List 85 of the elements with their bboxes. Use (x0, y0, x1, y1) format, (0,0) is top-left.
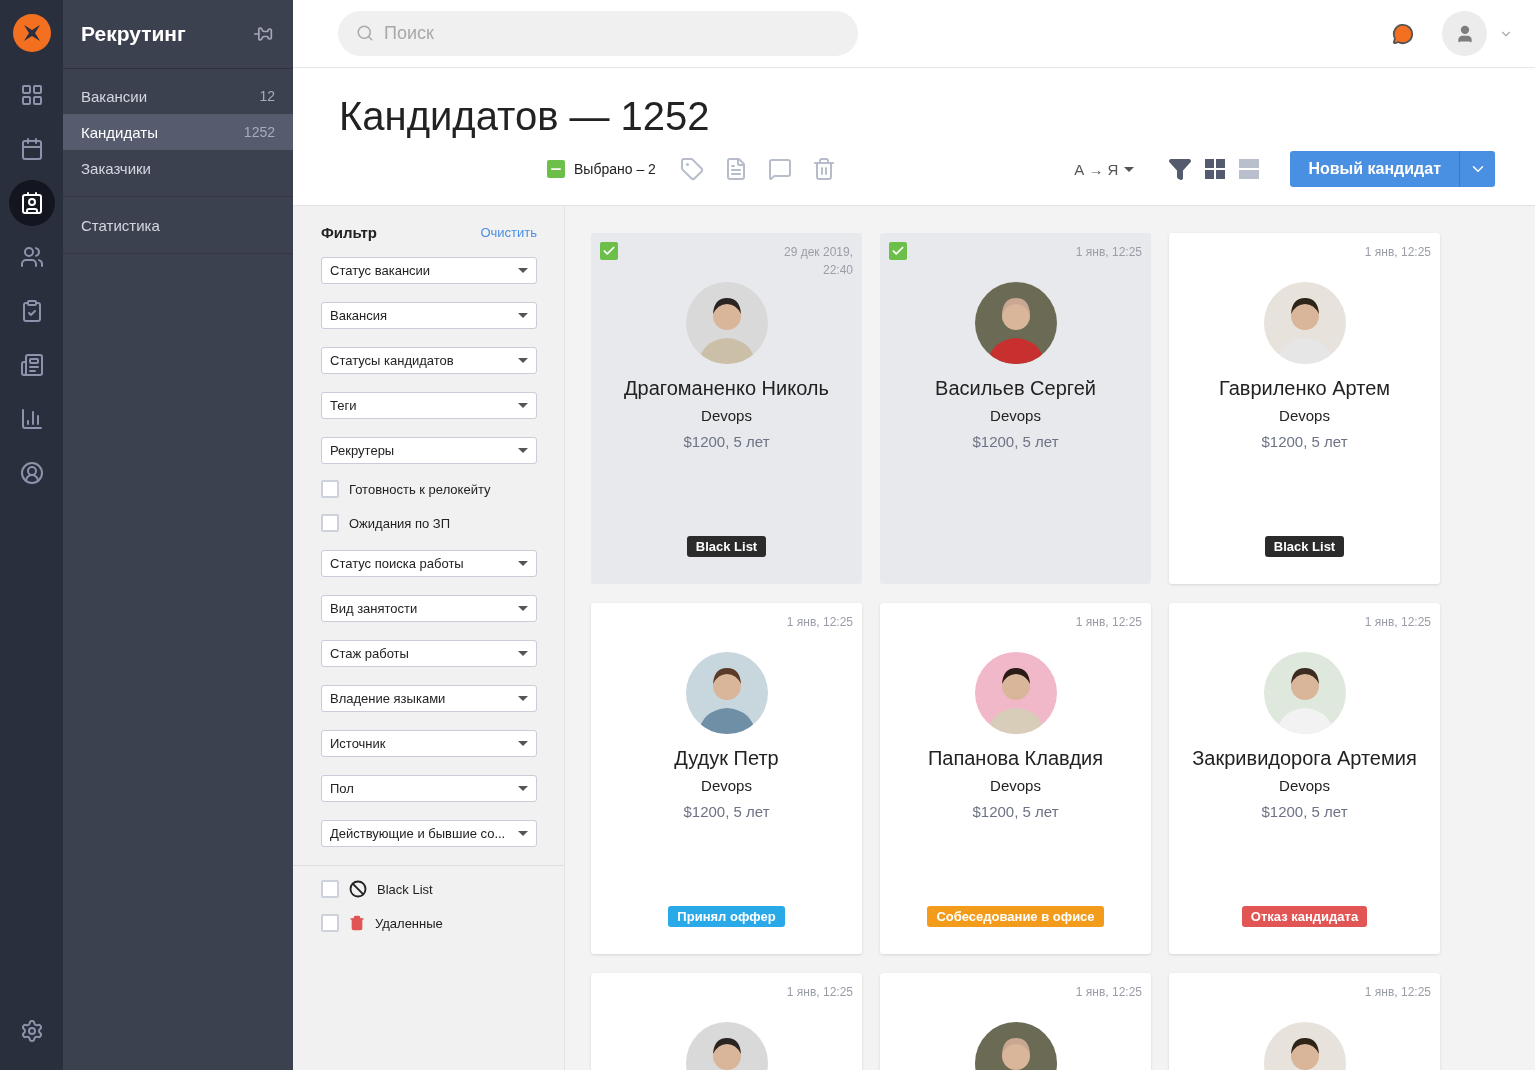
candidate-card[interactable]: 1 янв, 12:25 Закривидорога Артемия Devops $1200, 5 лет Отказ кандидата (1169, 603, 1440, 954)
check-icon (891, 244, 905, 258)
candidate-role: Devops (990, 407, 1041, 424)
select-all-checkbox[interactable] (547, 160, 565, 178)
candidate-role: Devops (1279, 407, 1330, 424)
check-icon (602, 244, 616, 258)
nav-item[interactable]: Кандидаты 1252 (63, 114, 293, 150)
checkbox[interactable] (321, 880, 339, 898)
candidate-name: Драгоманенко Николь (623, 376, 830, 401)
checkbox[interactable] (321, 480, 339, 498)
count: 12 (259, 88, 275, 104)
candidate-name: Папанова Клавдия (926, 746, 1105, 771)
filter-dropdown[interactable]: Рекрутеры (321, 437, 537, 464)
candidate-role: Devops (701, 777, 752, 794)
section-title: Рекрутинг (81, 21, 186, 46)
filter-dropdown[interactable]: Владение языками (321, 685, 537, 712)
card-checkbox[interactable] (600, 242, 618, 260)
nav-item[interactable]: Заказчики (63, 150, 293, 186)
filter-icon[interactable] (1168, 157, 1193, 181)
filter-dropdown[interactable]: Источник (321, 730, 537, 757)
candidate-card[interactable]: 1 янв, 12:25 Васильев Сергей Devops $1200, 5 лет (880, 233, 1151, 584)
candidate-salary: $1200, 5 лет (972, 433, 1059, 450)
card-date: 1 янв, 12:25 (1075, 614, 1142, 631)
filter-title: Фильтр (321, 224, 377, 241)
candidate-card[interactable]: 29 дек 2019, 22:40 Драгоманенко Николь Devops $1200, 5 лет Black List (591, 233, 862, 584)
ban-icon (349, 880, 367, 898)
candidate-salary: $1200, 5 лет (683, 803, 770, 820)
card-date: 1 янв, 12:25 (1364, 614, 1431, 631)
status-tag: Собеседование в офисе (927, 906, 1104, 927)
candidate-salary: $1200, 5 лет (972, 803, 1059, 820)
filter-dropdown[interactable]: Действующие и бывшие со... (321, 820, 537, 847)
filter-dropdown[interactable]: Теги (321, 392, 537, 419)
filter-dropdown[interactable]: Статус вакансии (321, 257, 537, 284)
status-tag: Отказ кандидата (1241, 906, 1368, 927)
candidate-name: Васильев Сергей (934, 376, 1097, 401)
search-icon (356, 24, 374, 42)
nav-item[interactable]: Вакансии 12 (63, 78, 293, 114)
checkbox-label: Black List (377, 881, 433, 897)
logo-icon[interactable] (12, 14, 51, 52)
card-date: 1 янв, 12:25 (1364, 984, 1431, 1001)
filter-dropdown[interactable]: Пол (321, 775, 537, 802)
candidate-role: Devops (701, 407, 752, 424)
filter-dropdown[interactable]: Статус поиска работы (321, 550, 537, 577)
card-date: 1 янв, 12:25 (1364, 244, 1431, 261)
candidate-card[interactable]: 1 янв, 12:25 Гавриленко Артем Devops $1200, 5 лет Black List (1169, 233, 1440, 584)
candidate-salary: $1200, 5 лет (1261, 803, 1348, 820)
filter-dropdown[interactable]: Стаж работы (321, 640, 537, 667)
status-tag: Black List (686, 536, 767, 557)
nav-item[interactable]: Статистика (63, 207, 293, 243)
filter-dropdown[interactable]: Вакансия (321, 302, 537, 329)
card-date: 29 дек 2019, 22:40 (784, 244, 853, 279)
checkbox-label: Готовность к релокейту (349, 481, 491, 497)
checkbox-label: Удаленные (375, 915, 443, 931)
selection-count: Выбрано – 2 (574, 161, 656, 177)
card-date: 1 янв, 12:25 (786, 984, 853, 1001)
candidate-name: Дудук Петр (673, 746, 780, 771)
status-tag: Принял оффер (668, 906, 785, 927)
notification-icon[interactable] (1392, 22, 1414, 45)
card-date: 1 янв, 12:25 (1075, 244, 1142, 261)
candidate-salary: $1200, 5 лет (1261, 433, 1348, 450)
candidate-card[interactable]: 1 янв, 12:25 Папанова Клавдия Devops $1200, 5 лет Собеседование в офисе (880, 603, 1151, 954)
checkbox[interactable] (321, 914, 339, 932)
page-title: Кандидатов — 1252 (339, 94, 711, 139)
candidate-salary: $1200, 5 лет (683, 433, 770, 450)
checkbox[interactable] (321, 514, 339, 532)
candidate-name: Закривидорога Артемия (1191, 746, 1418, 771)
candidate-role: Devops (990, 777, 1041, 794)
contact-card-icon[interactable] (8, 180, 55, 226)
status-tag: Black List (1264, 536, 1345, 557)
filter-dropdown[interactable]: Статусы кандидатов (321, 347, 537, 374)
sort-button[interactable]: А → Я (1068, 159, 1141, 179)
count: 1252 (243, 124, 275, 140)
card-checkbox[interactable] (889, 242, 907, 260)
candidate-name: Гавриленко Артем (1217, 376, 1392, 401)
trash-icon (349, 915, 365, 931)
search-field[interactable]: Поиск (338, 11, 858, 56)
card-date: 1 янв, 12:25 (786, 614, 853, 631)
dropdown-button[interactable] (1459, 151, 1495, 187)
checkbox-label: Ожидания по ЗП (349, 515, 451, 531)
filter-dropdown[interactable]: Вид занятости (321, 595, 537, 622)
user-avatar[interactable] (1442, 11, 1487, 56)
candidate-card[interactable]: 1 янв, 12:25 Дудук Петр Devops $1200, 5 лет Принял оффер (591, 603, 862, 954)
card-date: 1 янв, 12:25 (1075, 984, 1142, 1001)
grid-view-icon[interactable] (1204, 158, 1227, 180)
candidate-role: Devops (1279, 777, 1330, 794)
